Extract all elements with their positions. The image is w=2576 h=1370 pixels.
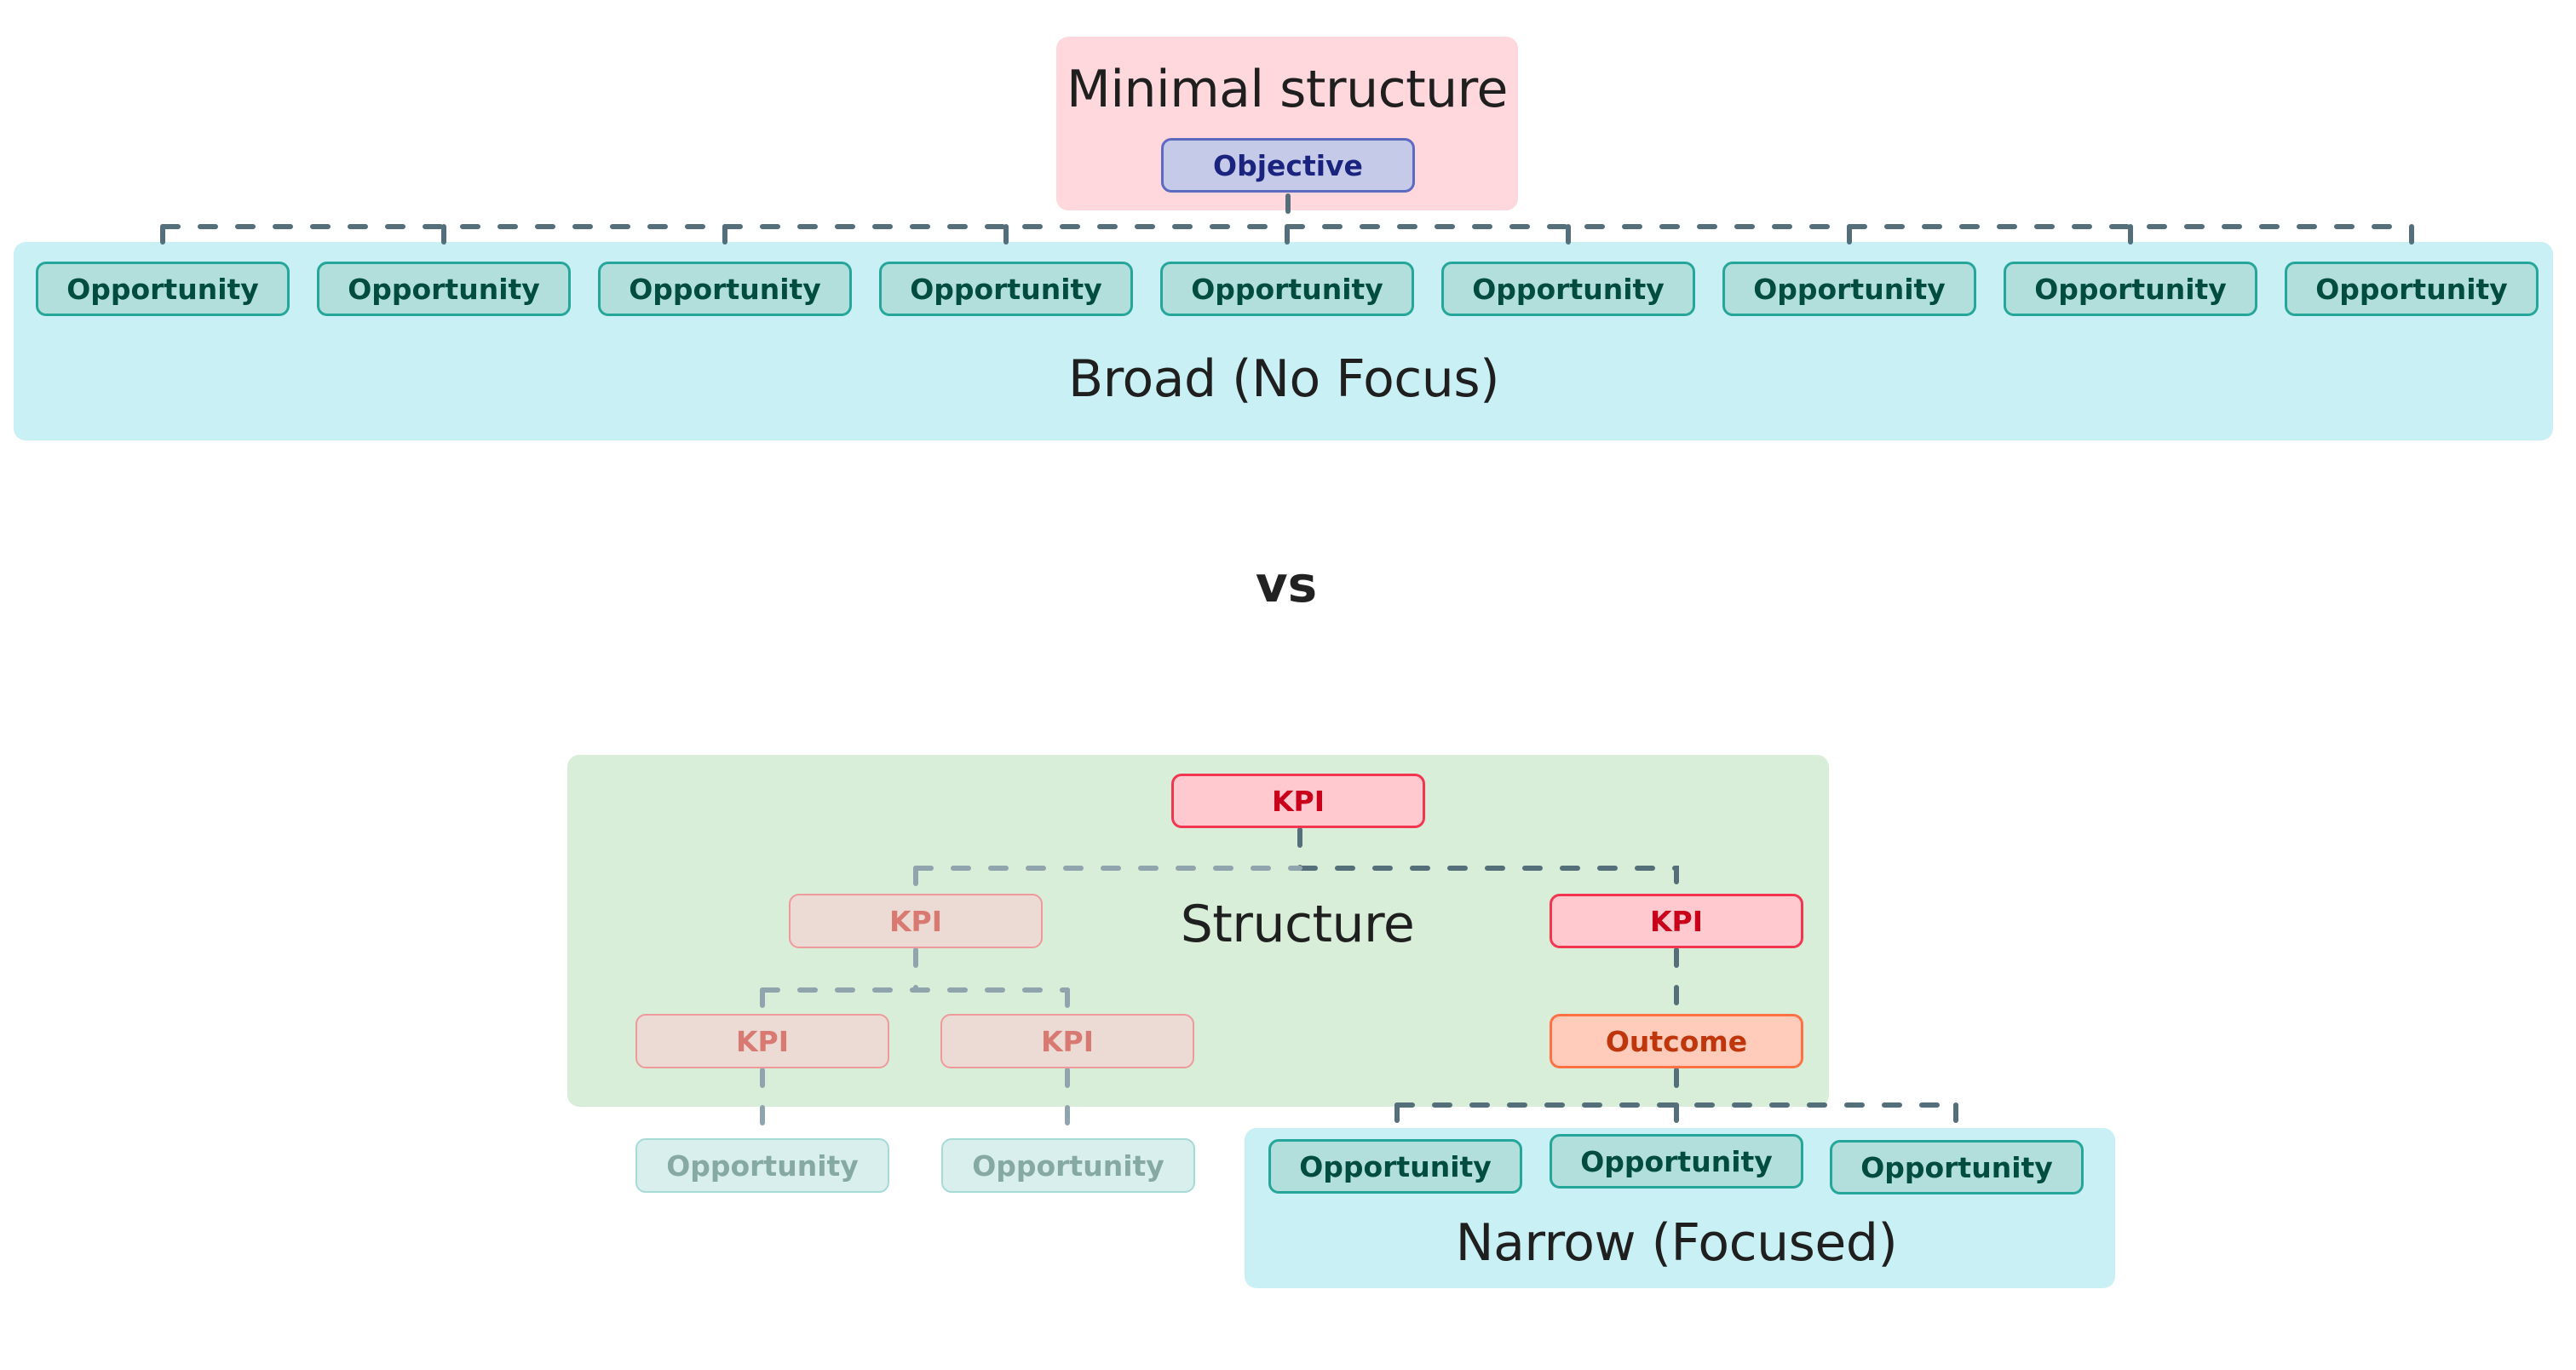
minimal-structure-title: Minimal structure [1067, 60, 1508, 119]
broad-opportunity-node[interactable]: Opportunity [317, 262, 571, 316]
faded-child-kpi-node[interactable]: KPI [635, 1014, 889, 1068]
broad-opportunity-node[interactable]: Opportunity [1441, 262, 1695, 316]
broad-opportunity-node[interactable]: Opportunity [1160, 262, 1414, 316]
broad-opportunity-node[interactable]: Opportunity [2285, 262, 2539, 316]
faded-opportunity-node[interactable]: Opportunity [635, 1138, 889, 1193]
focused-kpi-node[interactable]: KPI [1550, 894, 1803, 948]
faded-kpi-node[interactable]: KPI [789, 894, 1043, 948]
faded-child-kpi-node[interactable]: KPI [940, 1014, 1194, 1068]
root-kpi-node[interactable]: KPI [1171, 774, 1425, 828]
faded-opportunity-node[interactable]: Opportunity [941, 1138, 1195, 1193]
broad-opportunity-node[interactable]: Opportunity [879, 262, 1133, 316]
broad-opportunity-node[interactable]: Opportunity [598, 262, 852, 316]
narrow-panel-label: Narrow (Focused) [1455, 1213, 1898, 1273]
broad-opportunity-node[interactable]: Opportunity [1722, 262, 1976, 316]
vs-label: vs [1255, 555, 1318, 613]
focused-opportunity-node[interactable]: Opportunity [1268, 1139, 1522, 1194]
broad-opportunity-node[interactable]: Opportunity [2004, 262, 2257, 316]
objective-node[interactable]: Objective [1161, 138, 1415, 193]
focused-opportunity-node[interactable]: Opportunity [1830, 1140, 2084, 1194]
focused-opportunity-node[interactable]: Opportunity [1550, 1134, 1803, 1189]
structure-label: Structure [1180, 895, 1415, 954]
broad-panel-label: Broad (No Focus) [1068, 349, 1499, 409]
broad-opportunity-node[interactable]: Opportunity [36, 262, 290, 316]
outcome-node[interactable]: Outcome [1550, 1014, 1803, 1068]
